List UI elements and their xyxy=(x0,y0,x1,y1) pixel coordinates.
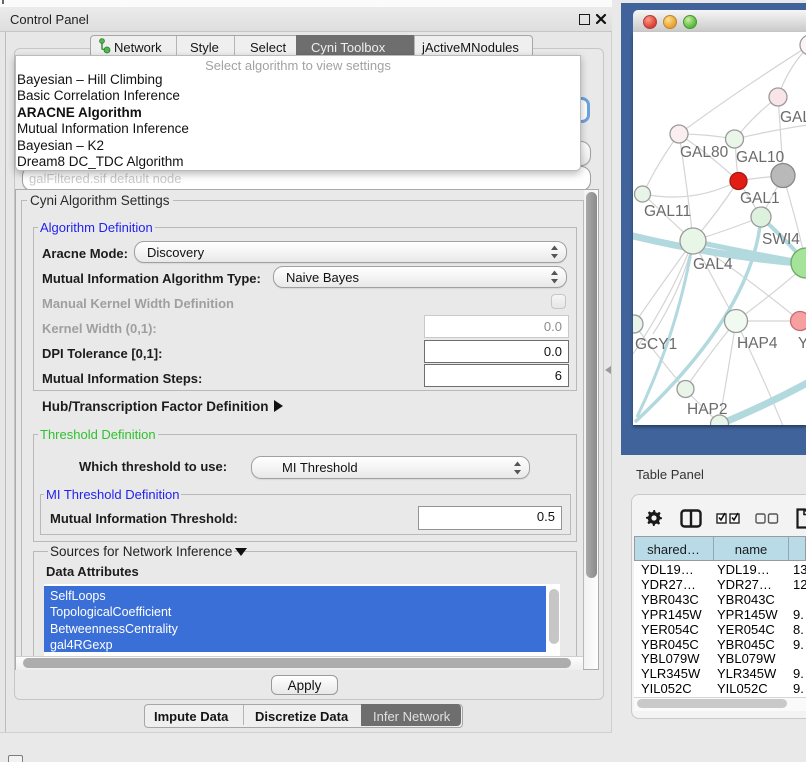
svg-text:GAL11: GAL11 xyxy=(644,203,691,220)
svg-text:HAP4: HAP4 xyxy=(737,335,778,352)
svg-text:SWI4: SWI4 xyxy=(762,231,800,248)
svg-text:GCY1: GCY1 xyxy=(635,336,677,353)
svg-text:HAP2: HAP2 xyxy=(687,401,728,418)
svg-text:GAL80: GAL80 xyxy=(680,144,729,161)
svg-text:GAL1: GAL1 xyxy=(740,190,780,207)
svg-text:GAL10: GAL10 xyxy=(736,149,785,166)
svg-text:GAL4: GAL4 xyxy=(693,256,733,273)
svg-text:GAL: GAL xyxy=(780,109,806,126)
svg-text:YD: YD xyxy=(798,335,806,352)
